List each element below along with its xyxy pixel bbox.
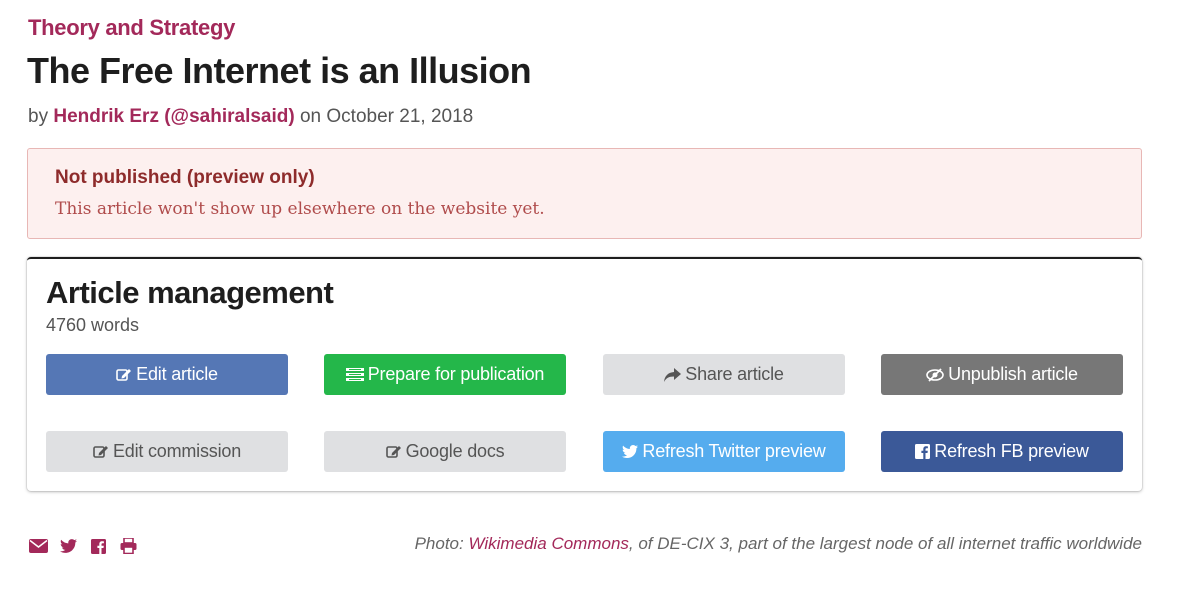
alert-text: This article won't show up elsewhere on … xyxy=(55,199,545,219)
preview-alert: Not published (preview only) This articl… xyxy=(27,148,1142,239)
refresh-twitter-preview-button[interactable]: Refresh Twitter preview xyxy=(603,431,845,472)
twitter-icon[interactable] xyxy=(58,537,78,555)
google-docs-label: Google docs xyxy=(405,441,505,461)
google-docs-button[interactable]: Google docs xyxy=(324,431,566,472)
edit-article-label: Edit article xyxy=(136,364,218,384)
article-management-panel: Article management 4760 words Edit artic… xyxy=(27,257,1142,491)
edit-commission-button[interactable]: Edit commission xyxy=(46,431,288,472)
refresh-twitter-label: Refresh Twitter preview xyxy=(642,441,826,461)
list-icon xyxy=(345,367,364,382)
edit-icon xyxy=(116,367,132,382)
envelope-icon[interactable] xyxy=(28,537,48,555)
share-article-label: Share article xyxy=(685,364,784,384)
date-prefix: on xyxy=(299,106,322,127)
author-handle-link[interactable]: (@sahiralsaid) xyxy=(164,106,294,127)
author-link[interactable]: Hendrik Erz xyxy=(53,106,159,127)
twitter-icon xyxy=(622,445,639,458)
byline: by Hendrik Erz (@sahiralsaid) on October… xyxy=(28,106,473,128)
word-count: 4760 words xyxy=(46,315,140,335)
article-category[interactable]: Theory and Strategy xyxy=(28,15,235,41)
wikimedia-commons-link[interactable]: Wikimedia Commons xyxy=(468,534,628,553)
panel-title: Article management xyxy=(46,275,334,310)
print-icon[interactable] xyxy=(118,537,138,555)
edit-icon xyxy=(93,444,109,459)
alert-title: Not published (preview only) xyxy=(55,167,315,188)
caption-prefix: Photo: xyxy=(414,534,464,553)
photo-caption: Photo: Wikimedia Commons, of DE-CIX 3, p… xyxy=(415,534,1142,554)
prepare-publication-button[interactable]: Prepare for publication xyxy=(324,354,566,395)
facebook-icon[interactable] xyxy=(88,537,108,555)
share-icons xyxy=(28,537,138,555)
unpublish-article-button[interactable]: Unpublish article xyxy=(881,354,1123,395)
share-arrow-icon xyxy=(664,367,682,382)
edit-article-button[interactable]: Edit article xyxy=(46,354,288,395)
edit-commission-label: Edit commission xyxy=(112,441,242,461)
publish-date: October 21, 2018 xyxy=(326,106,474,127)
eye-slash-icon xyxy=(926,367,944,382)
prepare-publication-label: Prepare for publication xyxy=(367,364,545,384)
byline-prefix: by xyxy=(28,106,49,127)
facebook-icon xyxy=(915,444,931,459)
article-title: The Free Internet is an Illusion xyxy=(27,50,532,91)
share-article-button[interactable]: Share article xyxy=(603,354,845,395)
refresh-fb-label: Refresh FB preview xyxy=(934,441,1089,461)
refresh-fb-preview-button[interactable]: Refresh FB preview xyxy=(881,431,1123,472)
unpublish-article-label: Unpublish article xyxy=(948,364,1078,384)
caption-suffix: , of DE-CIX 3, part of the largest node … xyxy=(628,534,1142,553)
edit-icon xyxy=(385,444,402,459)
